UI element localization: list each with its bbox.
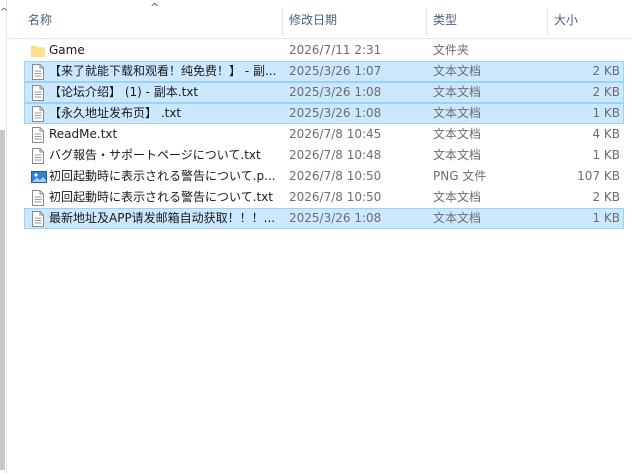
- file-row[interactable]: 【来了就能下载和观看！纯免费！】 - 副... 2025/3/26 1:07 文本文…: [24, 61, 624, 82]
- file-name: バグ報告・サポートページについて.txt: [49, 148, 261, 162]
- text-file-icon: [31, 190, 45, 206]
- text-file-icon: [31, 106, 45, 122]
- file-date: 2025/3/26 1:08: [289, 85, 382, 99]
- left-scrollbar[interactable]: ^: [0, 0, 8, 474]
- file-date: 2026/7/8 10:48: [289, 148, 382, 162]
- file-date: 2025/3/26 1:08: [289, 106, 382, 120]
- file-name: 初回起動時に表示される警告について.txt: [49, 190, 273, 204]
- file-name: 初回起動時に表示される警告について.p...: [49, 169, 276, 183]
- file-name: Game: [49, 43, 85, 57]
- file-name: 【论坛介绍】 (1) - 副本.txt: [49, 85, 199, 99]
- column-header-name[interactable]: 名称: [22, 0, 282, 38]
- text-file-icon: [31, 211, 45, 227]
- file-row[interactable]: Game 2026/7/11 2:31 文件夹: [24, 40, 624, 61]
- text-file-icon: [31, 85, 45, 101]
- column-header-bar: ^ 名称 修改日期 类型 大小: [6, 0, 632, 39]
- file-date: 2026/7/8 10:50: [289, 169, 382, 183]
- file-size: 4 KB: [592, 127, 620, 141]
- file-date: 2025/3/26 1:08: [289, 211, 382, 225]
- file-row[interactable]: 最新地址及APP请发邮箱自动获取！！！... 2025/3/26 1:08 文本文档…: [24, 208, 624, 229]
- column-header-size[interactable]: 大小: [548, 0, 632, 38]
- text-file-icon: [31, 148, 45, 164]
- file-type: PNG 文件: [433, 169, 487, 183]
- file-row[interactable]: バグ報告・サポートページについて.txt 2026/7/8 10:48 文本文档 1 …: [24, 145, 624, 166]
- file-row[interactable]: 初回起動時に表示される警告について.p... 2026/7/8 10:50 PNG …: [24, 166, 624, 187]
- file-row[interactable]: ReadMe.txt 2026/7/8 10:45 文本文档 4 KB: [24, 124, 624, 145]
- text-file-icon: [31, 127, 45, 143]
- file-row[interactable]: 初回起動時に表示される警告について.txt 2026/7/8 10:50 文本文档 2…: [24, 187, 624, 208]
- file-size: 2 KB: [592, 64, 620, 78]
- file-size: 1 KB: [592, 148, 620, 162]
- file-size: 1 KB: [592, 106, 620, 120]
- file-type: 文本文档: [433, 106, 482, 120]
- file-date: 2026/7/11 2:31: [289, 43, 382, 57]
- file-name: ReadMe.txt: [49, 127, 118, 141]
- image-file-icon: [31, 169, 47, 185]
- file-date: 2026/7/8 10:50: [289, 190, 382, 204]
- file-size: 107 KB: [577, 169, 620, 183]
- file-date: 2026/7/8 10:45: [289, 127, 382, 141]
- file-row[interactable]: 【论坛介绍】 (1) - 副本.txt 2025/3/26 1:08 文本文档 2 K…: [24, 82, 624, 103]
- file-type: 文本文档: [433, 85, 482, 99]
- file-list: Game 2026/7/11 2:31 文件夹【来了就能下载和观看！纯免费！】 - …: [24, 40, 624, 229]
- column-header-date[interactable]: 修改日期: [283, 0, 426, 38]
- file-name: 【来了就能下载和观看！纯免费！】 - 副...: [49, 64, 277, 78]
- file-date: 2025/3/26 1:07: [289, 64, 382, 78]
- file-row[interactable]: 【永久地址发布页】 .txt 2025/3/26 1:08 文本文档 1 KB: [24, 103, 624, 124]
- scrollbar-thumb[interactable]: [0, 130, 5, 470]
- file-type: 文本文档: [433, 64, 482, 78]
- folder-icon: [31, 43, 45, 59]
- file-size: 1 KB: [592, 211, 620, 225]
- file-explorer: ^ ^ 名称 修改日期 类型 大小 Game 2026/7/11 2:31 文件夹【…: [0, 0, 632, 474]
- file-type: 文本文档: [433, 148, 482, 162]
- file-size: 2 KB: [592, 190, 620, 204]
- column-header-type[interactable]: 类型: [427, 0, 547, 38]
- file-name: 【永久地址发布页】 .txt: [49, 106, 182, 120]
- file-type: 文本文档: [433, 190, 482, 204]
- file-type: 文本文档: [433, 127, 482, 141]
- text-file-icon: [31, 64, 45, 80]
- file-type: 文件夹: [433, 43, 470, 57]
- file-name: 最新地址及APP请发邮箱自动获取！！！...: [49, 211, 276, 225]
- file-size: 2 KB: [592, 85, 620, 99]
- file-type: 文本文档: [433, 211, 482, 225]
